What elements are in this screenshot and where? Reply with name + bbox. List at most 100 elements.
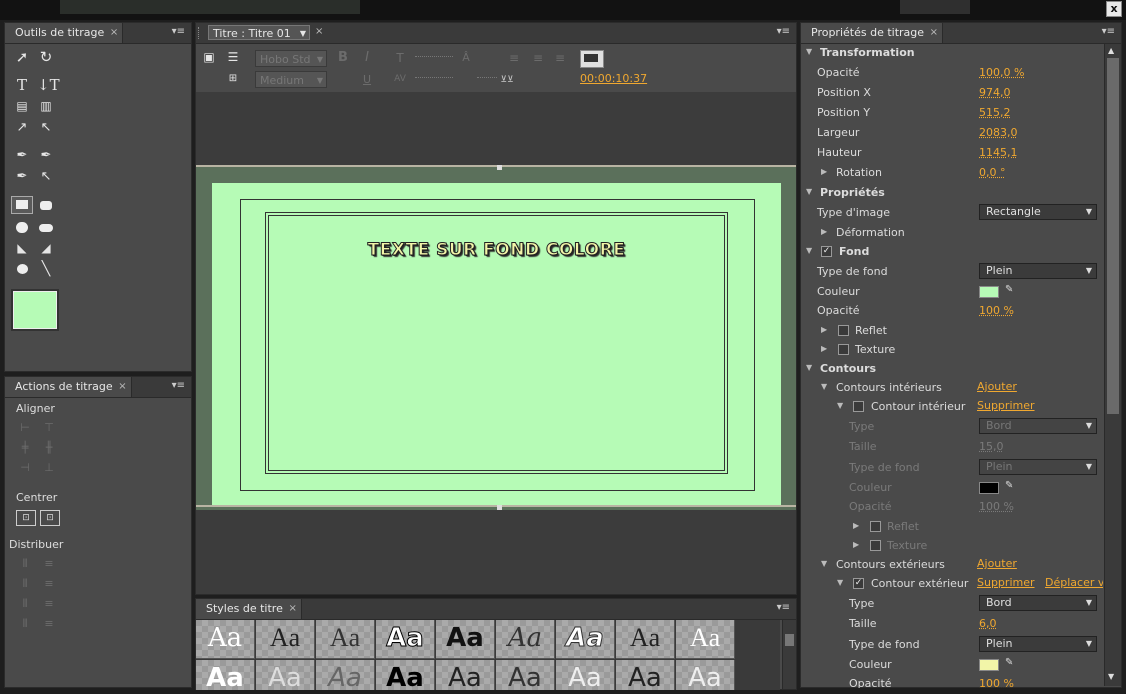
arc-tool-icon[interactable]: ◢ — [37, 239, 55, 257]
area-type-tool-icon[interactable]: ▤ — [13, 97, 31, 115]
rounded-rectangle-tool-icon[interactable] — [37, 197, 55, 215]
styles-scrollbar-thumb[interactable] — [785, 634, 794, 646]
align-vertical-center-icon[interactable]: ╫ — [41, 441, 57, 455]
style-swatch[interactable]: Aa — [676, 620, 735, 659]
align-text-left-icon[interactable]: ≡ — [505, 49, 523, 67]
delete-outer-stroke-link[interactable]: Supprimer — [977, 576, 1035, 589]
add-anchor-tool-icon[interactable]: ✒ — [13, 168, 31, 186]
convert-anchor-tool-icon[interactable]: ↖ — [37, 168, 55, 186]
prop-value[interactable]: 100 % — [979, 304, 1014, 317]
add-outer-stroke-link[interactable]: Ajouter — [977, 557, 1017, 570]
align-text-center-icon[interactable]: ≡ — [529, 49, 547, 67]
distribute-top-icon[interactable]: ≡ — [41, 557, 57, 571]
title-select[interactable]: Titre : Titre 01 ▼ — [208, 25, 310, 40]
style-swatch[interactable]: Aa — [616, 660, 675, 690]
align-bottom-icon[interactable]: ⊥ — [41, 461, 57, 475]
style-swatch[interactable]: Aa — [196, 620, 255, 659]
distribute-center-v-icon[interactable]: ≡ — [41, 577, 57, 591]
style-swatch[interactable]: Aa — [496, 620, 555, 659]
canvas-title-text[interactable]: TEXTE SUR FOND COLORE — [212, 240, 781, 261]
wedge-tool-icon[interactable]: ◣ — [13, 239, 31, 257]
tracking-value[interactable] — [415, 77, 453, 78]
distribute-center-h-icon[interactable]: ⫴ — [17, 577, 33, 591]
tab-styles[interactable]: Styles de titre × — [196, 599, 302, 619]
line-tool-icon[interactable]: ╲ — [37, 260, 55, 278]
roll-crawl-icon[interactable]: ☰ — [224, 48, 242, 66]
section-strokes[interactable]: ▼ Contours — [801, 360, 1101, 379]
move-outer-stroke-link[interactable]: Déplacer ve — [1045, 576, 1103, 589]
style-swatch[interactable]: Aa — [616, 620, 675, 659]
outer-stroke-checkbox[interactable]: ✓ — [853, 578, 864, 589]
image-type-select[interactable]: Rectangle ▼ — [979, 204, 1097, 220]
expand-triangle-icon[interactable]: ▼ — [806, 363, 812, 372]
prop-value[interactable]: 100 % — [979, 677, 1014, 688]
center-vertical-icon[interactable]: ⊡ — [40, 510, 60, 526]
close-icon[interactable]: × — [315, 26, 323, 37]
panel-menu-icon[interactable]: ▾≡ — [172, 380, 185, 391]
style-swatch[interactable]: Aa — [436, 660, 495, 690]
inner-type-select[interactable]: Bord ▼ — [979, 418, 1097, 434]
close-icon[interactable]: × — [930, 23, 938, 43]
panel-menu-icon[interactable]: ▾≡ — [777, 602, 790, 613]
path-type-tool-icon[interactable]: ↗ — [13, 119, 31, 137]
section-properties[interactable]: ▼ Propriétés — [801, 184, 1101, 203]
fill-color-swatch[interactable] — [979, 286, 999, 298]
style-swatch[interactable]: Aa — [496, 660, 555, 690]
eyedropper-icon[interactable]: ✎ — [1005, 284, 1013, 295]
prop-value[interactable]: 1145,1 — [979, 146, 1018, 159]
type-tool-icon[interactable]: T — [13, 76, 31, 94]
inner-fill-type-select[interactable]: Plein ▼ — [979, 459, 1097, 475]
pen-tool-icon[interactable]: ✒ — [13, 147, 31, 165]
style-swatch[interactable]: Aa — [376, 660, 435, 690]
style-swatch[interactable]: Aa — [556, 620, 615, 659]
eyedropper-icon[interactable]: ✎ — [1005, 480, 1013, 491]
sheen-checkbox[interactable] — [838, 325, 849, 336]
align-horizontal-center-icon[interactable]: ╪ — [17, 441, 33, 455]
delete-anchor-tool-icon[interactable]: ✒ — [37, 147, 55, 165]
font-size-value[interactable] — [415, 56, 453, 57]
tab-properties[interactable]: Propriétés de titrage × — [801, 23, 944, 43]
underline-icon[interactable]: U — [358, 71, 376, 89]
rounded-corner-rectangle-tool-icon[interactable] — [37, 219, 55, 237]
style-swatch[interactable]: Aa — [556, 660, 615, 690]
expand-triangle-icon[interactable]: ▼ — [821, 382, 827, 391]
scroll-up-icon[interactable]: ▲ — [1108, 46, 1114, 55]
outer-type-select[interactable]: Bord ▼ — [979, 595, 1097, 611]
expand-triangle-icon[interactable]: ▶ — [821, 227, 827, 236]
tab-tools[interactable]: Outils de titrage × — [5, 23, 124, 43]
expand-triangle-icon[interactable]: ▶ — [853, 521, 859, 530]
style-swatch[interactable]: Aa — [376, 620, 435, 659]
prop-value[interactable]: 515,2 — [979, 106, 1011, 119]
align-right-icon[interactable]: ⊣ — [17, 461, 33, 475]
tracking-icon[interactable]: AV — [391, 70, 409, 88]
expand-triangle-icon[interactable]: ▼ — [821, 559, 827, 568]
window-close-button[interactable]: x — [1106, 1, 1122, 17]
distribute-spacing-h-icon[interactable]: ⫴ — [17, 617, 33, 631]
eyedropper-icon[interactable]: ✎ — [1005, 657, 1013, 668]
distribute-left-icon[interactable]: ⫴ — [17, 557, 33, 571]
style-swatch[interactable]: Aa — [316, 660, 375, 690]
tab-ruler-icon[interactable]: ⊻⊻ — [498, 71, 516, 89]
close-icon[interactable]: × — [288, 599, 296, 619]
italic-icon[interactable]: I — [358, 49, 376, 67]
panel-menu-icon[interactable]: ▾≡ — [777, 26, 790, 37]
style-swatch[interactable]: Aa — [316, 620, 375, 659]
selection-handle-top[interactable] — [497, 165, 502, 170]
font-size-icon[interactable]: T — [391, 49, 409, 67]
expand-triangle-icon[interactable]: ▶ — [821, 325, 827, 334]
inner-color-swatch[interactable] — [979, 482, 999, 494]
inner-stroke-checkbox[interactable] — [853, 401, 864, 412]
fill-checkbox[interactable]: ✓ — [821, 246, 832, 257]
add-inner-stroke-link[interactable]: Ajouter — [977, 380, 1017, 393]
font-style-select[interactable]: Medium ▼ — [255, 71, 327, 88]
rectangle-tool-icon[interactable] — [11, 196, 33, 214]
section-transformation[interactable]: ▼ Transformation — [801, 44, 1101, 63]
prop-value[interactable]: 974,0 — [979, 86, 1011, 99]
prop-value[interactable]: 2083,0 — [979, 126, 1018, 139]
tab-actions[interactable]: Actions de titrage × — [5, 377, 132, 397]
selection-tool-icon[interactable]: ➚ — [13, 48, 31, 66]
expand-triangle-icon[interactable]: ▼ — [806, 246, 812, 255]
section-fill[interactable]: ▼ ✓ Fond — [801, 243, 1101, 262]
rotation-tool-icon[interactable]: ↻ — [37, 48, 55, 66]
distribute-spacing-v-icon[interactable]: ≡ — [41, 617, 57, 631]
